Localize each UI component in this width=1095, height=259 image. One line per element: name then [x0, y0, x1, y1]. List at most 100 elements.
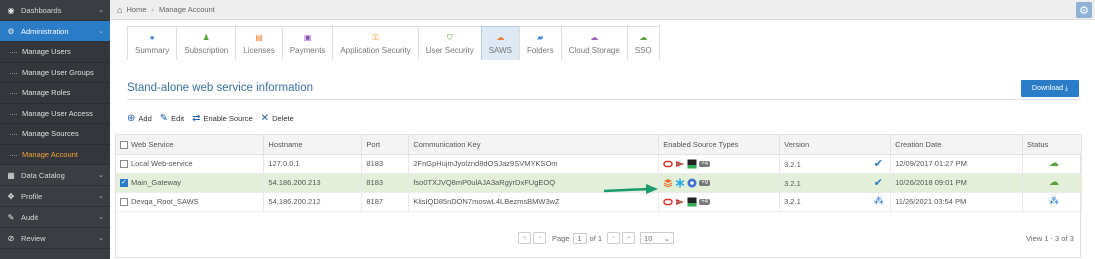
sidebar-item-label: Review: [21, 233, 46, 243]
tab-label: User Security: [425, 45, 474, 55]
version-value: 3.2.1: [784, 160, 801, 169]
row-checkbox[interactable]: [120, 178, 128, 187]
account-tabs: ● Summary ♟ Subscription ▤ Licenses ▣ Paymen…: [127, 26, 660, 60]
hostname-cell: 127.0.0.1: [263, 154, 363, 174]
web-service-name: Devqa_Root_SAWS: [131, 196, 199, 206]
column-header-enabled-source-types[interactable]: Enabled Source Types: [658, 135, 781, 155]
page-label: Page: [552, 233, 570, 243]
chevron-down-icon: ⌄: [98, 193, 104, 200]
tab-summary[interactable]: ● Summary: [127, 26, 178, 60]
breadcrumb-home[interactable]: Home: [126, 5, 146, 14]
spinner-status-icon: ⁂: [1048, 196, 1059, 207]
table-row[interactable]: Devqa_Root_SAWS 54.186.200.212 8187 Klis…: [116, 192, 1083, 212]
catalog-icon: ▦: [7, 170, 15, 180]
tab-label: Application Security: [340, 45, 411, 55]
first-page-button[interactable]: «: [518, 232, 531, 244]
sidebar-item-data-catalog[interactable]: ▦ Data Catalog ⌄: [0, 165, 110, 186]
tab-label: Payments: [289, 45, 326, 55]
checkmark-icon: ✔: [873, 177, 884, 189]
tab-folders[interactable]: ▰ Folders: [518, 26, 562, 60]
page-size-select[interactable]: 10 ⌄: [640, 232, 675, 244]
checkmark-icon: ✔: [873, 158, 884, 170]
sidebar-item-administration[interactable]: ⚙ Administration ⌄: [0, 21, 110, 42]
row-checkbox[interactable]: [120, 160, 128, 168]
chevron-down-icon: ⌄: [98, 7, 104, 14]
port-cell: 8187: [361, 192, 410, 212]
table-header: Web Service Hostname Port Communication …: [116, 135, 1083, 155]
annotation-arrow-icon: [603, 184, 658, 194]
version-value: 3.2.1: [784, 179, 801, 188]
download-button[interactable]: Download ⤓: [1021, 80, 1079, 97]
tab-cloud-storage[interactable]: ☁ Cloud Storage: [560, 26, 628, 60]
column-header-creation-date[interactable]: Creation Date: [890, 135, 1023, 155]
tab-label: SAWS: [488, 45, 512, 55]
table-row[interactable]: Local Web-service 127.0.0.1 8183 2FnGpHu…: [116, 154, 1083, 174]
delete-label: Delete: [272, 114, 294, 123]
column-header-version[interactable]: Version: [779, 135, 892, 155]
enable-source-button[interactable]: ⇄ Enable Source: [192, 113, 253, 124]
cloud-status-icon: ☁: [1048, 177, 1059, 188]
sidebar-sub-manage-sources[interactable]: Manage Sources: [0, 124, 110, 145]
column-header-communication-key[interactable]: Communication Key: [408, 135, 660, 155]
enable-source-label: Enable Source: [203, 114, 253, 123]
spinner-icon: ⁂: [873, 196, 884, 207]
sidebar-sub-manage-account[interactable]: Manage Account: [0, 144, 110, 165]
terminal-icon: [687, 197, 697, 206]
creation-date-cell: 12/09/2017 01:27 PM: [890, 154, 1023, 174]
tab-label: Subscription: [184, 45, 229, 55]
edit-label: Edit: [171, 114, 185, 123]
breadcrumb-separator: ›: [151, 5, 154, 14]
tab-user-security[interactable]: ⛉ User Security: [417, 26, 482, 60]
sidebar-sub-manage-user-access[interactable]: Manage User Access: [0, 103, 110, 124]
column-header-status[interactable]: Status: [1022, 135, 1083, 155]
last-page-button[interactable]: »: [622, 232, 636, 244]
tab-payments[interactable]: ▣ Payments: [281, 26, 334, 60]
snowflake-icon: [675, 178, 685, 187]
chevron-down-icon: ⌄: [663, 233, 671, 243]
sidebar-item-profile[interactable]: ✥ Profile ⌄: [0, 186, 110, 207]
tab-saws[interactable]: ☁ SAWS: [480, 26, 520, 60]
sidebar-item-dashboards[interactable]: ◉ Dashboards ⌄: [0, 0, 110, 21]
next-page-button[interactable]: ›: [607, 232, 621, 244]
add-label: Add: [138, 114, 152, 123]
more-sources-badge[interactable]: +4: [699, 198, 711, 205]
row-checkbox[interactable]: [120, 198, 128, 206]
enable-source-icon: ⇄: [192, 113, 201, 124]
web-service-name: Local Web-service: [131, 158, 193, 168]
pagination: « ‹ Page 1 of 1 › » 10 ⌄: [518, 232, 675, 244]
sidebar-item-audit[interactable]: ✎ Audit ⌄: [0, 207, 110, 228]
tab-subscription[interactable]: ♟ Subscription: [176, 26, 237, 60]
source-types-cell: +4: [658, 154, 781, 174]
licenses-icon: ▤: [255, 32, 263, 42]
more-sources-badge[interactable]: +9: [699, 179, 711, 186]
audit-icon: ✎: [7, 212, 15, 222]
sidebar-sub-manage-users[interactable]: Manage Users: [0, 42, 110, 63]
status-cell: ⁂: [1022, 192, 1083, 212]
arrow-source-icon: [676, 198, 685, 205]
prev-page-button[interactable]: ‹: [533, 232, 546, 244]
tab-sso[interactable]: ☁ SSO: [626, 26, 660, 60]
key-cell: 2FnGpHujmJyolznd8dOSJaz9SVMYKSOm: [408, 154, 660, 174]
column-header-hostname[interactable]: Hostname: [263, 135, 363, 155]
column-header-web-service[interactable]: Web Service: [116, 135, 265, 155]
edit-button[interactable]: ✎ Edit: [160, 113, 184, 124]
table-row[interactable]: Main_Gateway 54.186.200.213 8183 fso0TXJ…: [116, 173, 1083, 193]
column-header-port[interactable]: Port: [361, 135, 410, 155]
sidebar-sub-manage-user-groups[interactable]: Manage User Groups: [0, 62, 110, 83]
tab-application-security[interactable]: ⚿ Application Security: [332, 26, 419, 60]
settings-gear-icon[interactable]: ⚙: [1076, 2, 1092, 18]
page-input[interactable]: 1: [572, 232, 587, 244]
delete-button[interactable]: ✕ Delete: [261, 113, 294, 124]
sidebar-item-review[interactable]: ⊘ Review ⌄: [0, 228, 110, 249]
download-label: Download: [1031, 85, 1064, 92]
sidebar-sub-manage-roles[interactable]: Manage Roles: [0, 83, 110, 104]
select-all-checkbox[interactable]: [120, 140, 128, 149]
more-sources-badge[interactable]: +4: [699, 160, 711, 167]
add-button[interactable]: ⊕ Add: [127, 113, 152, 124]
home-icon[interactable]: ⌂: [117, 5, 122, 15]
toolbar: ⊕ Add ✎ Edit ⇄ Enable Source ✕ Delete: [127, 113, 302, 124]
page-size-value: 10: [644, 233, 653, 243]
page-of-label: of 1: [589, 233, 603, 243]
subscription-icon: ♟: [202, 32, 210, 42]
tab-licenses[interactable]: ▤ Licenses: [235, 26, 283, 60]
